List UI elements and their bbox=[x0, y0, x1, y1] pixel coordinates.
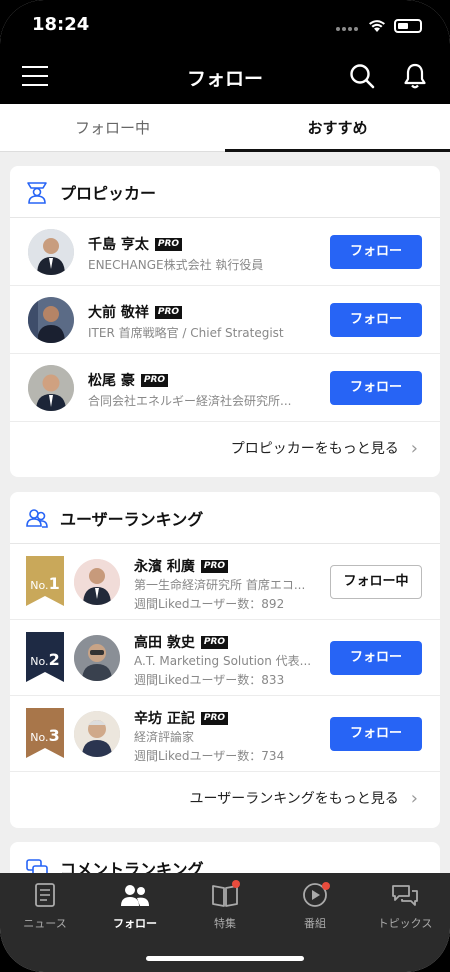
app-header: フォロー bbox=[0, 48, 450, 104]
signal-icon bbox=[336, 16, 360, 35]
user-name: 松尾 豪 bbox=[88, 373, 135, 389]
tabbar-label: ニュース bbox=[23, 917, 67, 930]
follow-button[interactable]: フォロー bbox=[330, 303, 422, 337]
notification-dot bbox=[322, 882, 330, 890]
user-title: 合同会社エネルギー経済社会研究所... bbox=[88, 394, 292, 408]
tabbar-label: 番組 bbox=[304, 917, 326, 930]
user-ranking-title: ユーザーランキング bbox=[60, 509, 204, 529]
tabbar-label: トピックス bbox=[377, 917, 433, 930]
battery-icon bbox=[394, 18, 422, 33]
user-name: 辛坊 正記 bbox=[134, 711, 195, 727]
rank-prefix: No. bbox=[30, 655, 49, 668]
news-icon bbox=[35, 883, 55, 907]
tabbar-item-news[interactable]: ニュース bbox=[0, 881, 90, 931]
bell-icon[interactable] bbox=[401, 62, 429, 90]
avatar bbox=[28, 297, 74, 343]
user-ranking-card: ユーザーランキング No.1 永濱 利廣 PRO 第一生命経済研究所 首席エコ.… bbox=[10, 492, 440, 828]
user-name: 高田 敦史 bbox=[134, 635, 195, 651]
tabbar-label: 特集 bbox=[214, 917, 236, 930]
avatar bbox=[74, 559, 120, 605]
tab-recommended[interactable]: おすすめ bbox=[225, 104, 450, 152]
avatar bbox=[74, 635, 120, 681]
more-link-label: プロピッカーをもっと見る bbox=[230, 441, 399, 457]
user-title: 第一生命経済研究所 首席エコ... bbox=[134, 578, 306, 592]
list-item[interactable]: No.2 高田 敦史 PRO A.T. Marketing Solution 代… bbox=[10, 620, 440, 696]
rank-number: 3 bbox=[48, 726, 60, 745]
avatar bbox=[74, 711, 120, 757]
status-time: 18:24 bbox=[32, 14, 90, 35]
user-title: 経済評論家 bbox=[134, 730, 195, 744]
tabbar-item-features[interactable]: 特集 bbox=[180, 880, 270, 931]
chevron-right-icon: › bbox=[410, 437, 418, 459]
pro-pickers-more-link[interactable]: プロピッカーをもっと見る › bbox=[10, 422, 440, 474]
pro-badge: PRO bbox=[154, 305, 183, 319]
rank-badge: No.2 bbox=[26, 632, 64, 682]
follow-button[interactable]: フォロー bbox=[330, 641, 422, 675]
list-item[interactable]: No.3 辛坊 正記 PRO 経済評論家 週間Likedユーザー数：734 フォ… bbox=[10, 696, 440, 772]
rank-number: 1 bbox=[48, 574, 60, 593]
user-name: 永濱 利廣 bbox=[134, 559, 195, 575]
weekly-liked-count: 週間Likedユーザー数：833 bbox=[134, 673, 285, 687]
rank-prefix: No. bbox=[30, 731, 49, 744]
pro-badge: PRO bbox=[140, 373, 169, 387]
pro-picker-icon bbox=[27, 181, 47, 204]
feed-tabs: フォロー中 おすすめ bbox=[0, 104, 450, 152]
rank-prefix: No. bbox=[30, 579, 49, 592]
follow-button[interactable]: フォロー bbox=[330, 235, 422, 269]
weekly-liked-count: 週間Likedユーザー数：892 bbox=[134, 597, 285, 611]
tabbar-item-topics[interactable]: トピックス bbox=[360, 881, 450, 931]
user-title: ITER 首席戦略官 / Chief Strategist bbox=[88, 326, 284, 340]
user-title: A.T. Marketing Solution 代表... bbox=[134, 654, 312, 668]
list-item[interactable]: 松尾 豪 PRO 合同会社エネルギー経済社会研究所... フォロー bbox=[10, 354, 440, 422]
pro-badge: PRO bbox=[154, 237, 183, 251]
search-icon[interactable] bbox=[348, 62, 376, 90]
status-bar: 18:24 bbox=[0, 0, 450, 48]
pro-badge: PRO bbox=[200, 635, 229, 649]
pro-pickers-card: プロピッカー 千島 亨太 PRO ENECHANGE株式会社 執行役員 フォロー… bbox=[10, 166, 440, 477]
avatar bbox=[28, 229, 74, 275]
status-icons bbox=[336, 16, 422, 35]
list-item[interactable]: 大前 敬祥 PRO ITER 首席戦略官 / Chief Strategist … bbox=[10, 286, 440, 354]
notification-dot bbox=[232, 880, 240, 888]
list-item[interactable]: No.1 永濱 利廣 PRO 第一生命経済研究所 首席エコ... 週間Liked… bbox=[10, 544, 440, 620]
user-name: 大前 敬祥 bbox=[88, 305, 149, 321]
wifi-icon bbox=[369, 19, 385, 32]
tabbar-item-follow[interactable]: フォロー bbox=[90, 881, 180, 931]
pro-pickers-title: プロピッカー bbox=[60, 183, 157, 203]
tab-following[interactable]: フォロー中 bbox=[0, 104, 225, 151]
users-icon bbox=[26, 508, 48, 528]
list-item[interactable]: 千島 亨太 PRO ENECHANGE株式会社 執行役員 フォロー bbox=[10, 218, 440, 286]
people-icon bbox=[121, 885, 149, 906]
home-indicator bbox=[146, 956, 304, 961]
pro-pickers-header: プロピッカー bbox=[10, 166, 440, 218]
rank-number: 2 bbox=[48, 650, 60, 669]
chat-icon bbox=[392, 885, 418, 906]
following-button[interactable]: フォロー中 bbox=[330, 565, 422, 599]
user-name: 千島 亨太 bbox=[88, 237, 149, 253]
tabbar-label: フォロー bbox=[113, 917, 157, 930]
avatar bbox=[28, 365, 74, 411]
phone-screen: 18:24 フォロー フォロー中 おすすめ プロピッカー 千島 亨太 PRO E… bbox=[0, 0, 450, 972]
page-title: フォロー bbox=[186, 68, 263, 90]
user-title: ENECHANGE株式会社 執行役員 bbox=[88, 258, 264, 272]
weekly-liked-count: 週間Likedユーザー数：734 bbox=[134, 749, 285, 763]
rank-badge: No.1 bbox=[26, 556, 64, 606]
user-ranking-header: ユーザーランキング bbox=[10, 492, 440, 544]
tabbar-item-programs[interactable]: 番組 bbox=[270, 881, 360, 931]
user-ranking-more-link[interactable]: ユーザーランキングをもっと見る › bbox=[10, 772, 440, 824]
rank-badge: No.3 bbox=[26, 708, 64, 758]
pro-badge: PRO bbox=[200, 559, 229, 573]
more-link-label: ユーザーランキングをもっと見る bbox=[189, 791, 399, 807]
chevron-right-icon: › bbox=[410, 787, 418, 809]
pro-badge: PRO bbox=[200, 711, 229, 725]
follow-button[interactable]: フォロー bbox=[330, 717, 422, 751]
follow-button[interactable]: フォロー bbox=[330, 371, 422, 405]
